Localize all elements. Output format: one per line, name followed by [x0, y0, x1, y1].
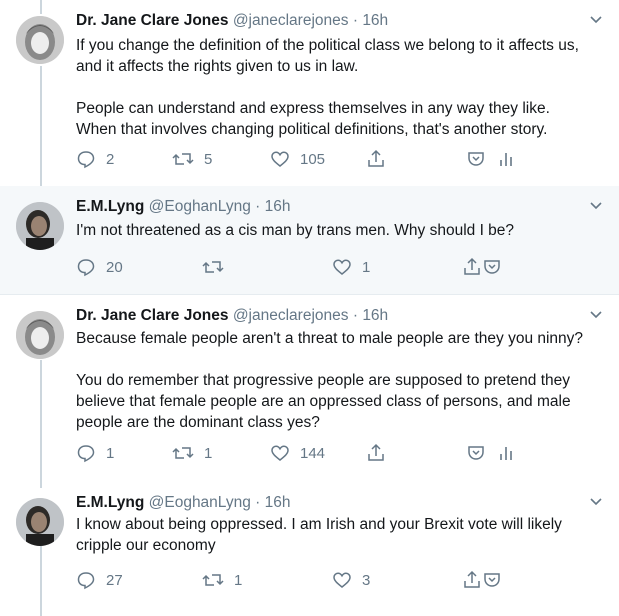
share-button[interactable] — [366, 149, 386, 169]
like-button[interactable]: 1 — [332, 257, 370, 277]
retweet-icon — [172, 153, 194, 165]
avatar-image-icon — [16, 202, 64, 250]
share-button[interactable] — [462, 570, 482, 590]
avatar[interactable] — [16, 498, 64, 546]
tweet-header: Dr. Jane Clare Jones @janeclarejones · 1… — [76, 11, 388, 31]
reply-button[interactable]: 27 — [76, 570, 123, 590]
pocket-icon — [468, 446, 484, 460]
share-icon — [464, 570, 480, 588]
reply-icon — [77, 572, 95, 590]
retweet-button[interactable]: 1 — [202, 570, 242, 590]
like-count: 1 — [362, 258, 371, 276]
bookmark-button[interactable] — [466, 149, 486, 169]
reply-icon — [77, 445, 95, 463]
separator-dot: · — [352, 12, 358, 29]
pocket-icon — [484, 573, 500, 587]
retweet-icon — [202, 574, 224, 586]
reply-icon — [77, 151, 95, 169]
heart-icon — [271, 445, 289, 461]
reply-button[interactable]: 20 — [76, 257, 123, 277]
like-button[interactable]: 144 — [270, 443, 325, 463]
pocket-icon — [484, 260, 500, 274]
retweet-icon — [172, 447, 194, 459]
tweet-text: If you change the definition of the poli… — [76, 37, 579, 138]
heart-icon — [333, 572, 351, 588]
chevron-down-icon[interactable] — [589, 309, 603, 319]
timestamp[interactable]: 16h — [265, 494, 291, 511]
tweet-actions: 27 1 3 — [76, 570, 606, 590]
user-handle[interactable]: @janeclarejones — [233, 307, 349, 324]
avatar[interactable] — [16, 16, 64, 64]
retweet-count: 1 — [234, 571, 243, 589]
share-icon — [368, 443, 384, 461]
analytics-button[interactable] — [496, 443, 516, 463]
analytics-icon — [500, 153, 512, 166]
bookmark-button[interactable] — [482, 257, 502, 277]
heart-icon — [333, 259, 351, 275]
reply-count: 27 — [106, 571, 123, 589]
tweet-text: I'm not threatened as a cis man by trans… — [76, 222, 515, 239]
user-handle[interactable]: @EoghanLyng — [149, 198, 251, 215]
retweet-count: 5 — [204, 150, 213, 168]
heart-icon — [271, 151, 289, 167]
tweet-header: E.M.Lyng @EoghanLyng · 16h — [76, 197, 291, 217]
chevron-down-icon[interactable] — [589, 14, 603, 24]
timestamp[interactable]: 16h — [362, 12, 388, 29]
reply-button[interactable]: 2 — [76, 149, 114, 169]
avatar[interactable] — [16, 311, 64, 359]
bookmark-button[interactable] — [482, 570, 502, 590]
pocket-icon — [468, 152, 484, 166]
separator-dot: · — [352, 307, 358, 324]
retweet-button[interactable]: 5 — [172, 149, 212, 169]
share-icon — [368, 149, 384, 167]
like-count: 144 — [300, 444, 326, 462]
tweet[interactable]: Dr. Jane Clare Jones @janeclarejones · 1… — [0, 295, 619, 482]
timestamp[interactable]: 16h — [362, 307, 388, 324]
retweet-button[interactable]: 1 — [172, 443, 212, 463]
user-handle[interactable]: @janeclarejones — [233, 12, 349, 29]
reply-count: 1 — [106, 444, 115, 462]
tweet-actions: 2 5 105 — [76, 149, 606, 169]
display-name[interactable]: E.M.Lyng — [76, 494, 144, 511]
like-count: 3 — [362, 571, 371, 589]
user-handle[interactable]: @EoghanLyng — [149, 494, 251, 511]
reply-count: 2 — [106, 150, 115, 168]
bookmark-button[interactable] — [466, 443, 486, 463]
reply-button[interactable]: 1 — [76, 443, 114, 463]
reply-icon — [77, 259, 95, 277]
tweet-header: E.M.Lyng @EoghanLyng · 16h — [76, 493, 291, 513]
avatar-image-icon — [16, 498, 64, 546]
chevron-down-icon[interactable] — [589, 200, 603, 210]
timestamp[interactable]: 16h — [265, 198, 291, 215]
tweet-header: Dr. Jane Clare Jones @janeclarejones · 1… — [76, 306, 388, 326]
share-button[interactable] — [366, 443, 386, 463]
avatar-image-icon — [16, 311, 64, 359]
separator-dot: · — [255, 494, 261, 511]
chevron-down-icon[interactable] — [589, 496, 603, 506]
share-button[interactable] — [462, 257, 482, 277]
separator-dot: · — [255, 198, 261, 215]
retweet-icon — [202, 261, 224, 273]
tweet[interactable]: Dr. Jane Clare Jones @janeclarejones · 1… — [0, 0, 619, 186]
like-button[interactable]: 3 — [332, 570, 370, 590]
analytics-icon — [500, 447, 512, 460]
tweet-actions: 20 1 — [76, 257, 606, 277]
display-name[interactable]: Dr. Jane Clare Jones — [76, 12, 229, 29]
display-name[interactable]: E.M.Lyng — [76, 198, 144, 215]
like-button[interactable]: 105 — [270, 149, 325, 169]
tweet[interactable]: E.M.Lyng @EoghanLyng · 16h I'm not threa… — [0, 186, 619, 294]
analytics-button[interactable] — [496, 149, 516, 169]
retweet-count: 1 — [204, 444, 213, 462]
tweet-text: I know about being oppressed. I am Irish… — [76, 516, 562, 554]
reply-count: 20 — [106, 258, 123, 276]
retweet-button[interactable] — [202, 257, 234, 277]
avatar-image-icon — [16, 16, 64, 64]
like-count: 105 — [300, 150, 326, 168]
tweet-actions: 1 1 144 — [76, 443, 606, 463]
tweet-text: Because female people aren't a threat to… — [76, 330, 584, 431]
tweet[interactable]: E.M.Lyng @EoghanLyng · 16h I know about … — [0, 482, 619, 616]
avatar[interactable] — [16, 202, 64, 250]
display-name[interactable]: Dr. Jane Clare Jones — [76, 307, 229, 324]
share-icon — [464, 257, 480, 275]
